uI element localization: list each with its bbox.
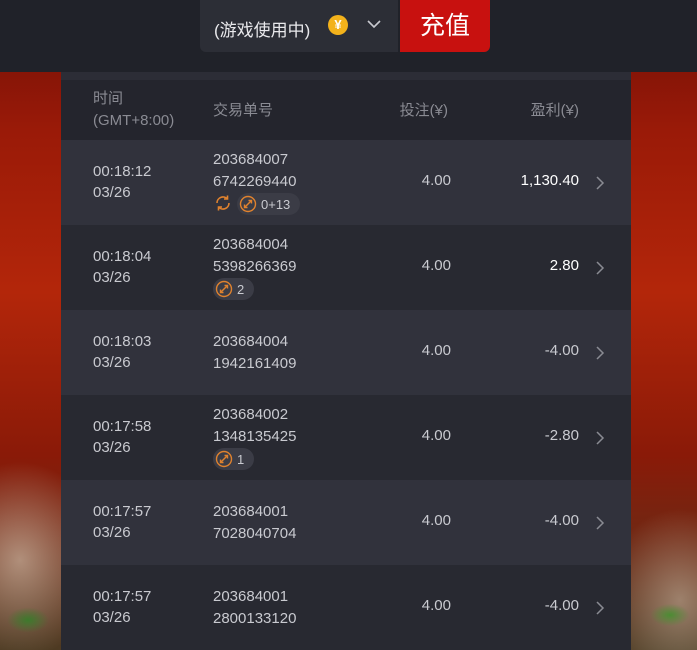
row-time: 00:18:03 — [93, 333, 152, 350]
table-header: 时间 (GMT+8:00) 交易单号 投注(¥) 盈利(¥) — [61, 80, 631, 140]
row-order-id: 203684001 7028040704 — [213, 501, 296, 545]
row-time: 00:18:04 — [93, 248, 152, 265]
row-order-id-line2: 6742269440 — [213, 173, 297, 190]
header-profit: 盈利(¥) — [530, 102, 579, 119]
row-time: 00:17:57 — [93, 588, 152, 605]
row-badges: 0+13 — [213, 193, 373, 215]
table-row[interactable]: 00:18:04 03/26 203684004 5398266369 2 4.… — [61, 225, 631, 310]
game-selector-dropdown[interactable]: (游戏使用中) ¥ — [200, 0, 398, 52]
header-time-label: 时间 — [93, 90, 124, 107]
row-date: 03/26 — [93, 439, 131, 456]
row-order-id: 203684004 1942161409 — [213, 331, 296, 375]
row-order-id-line2: 5398266369 — [213, 258, 297, 275]
row-bet: 4.00 — [421, 257, 451, 274]
row-order-id-line1: 203684004 — [213, 333, 289, 350]
row-order-id-line1: 203684007 — [213, 151, 289, 168]
badge-count: 1 — [237, 451, 245, 467]
row-profit: -4.00 — [544, 597, 579, 614]
header-time: 时间 (GMT+8:00) — [93, 88, 174, 132]
multiplier-badge: 1 — [213, 448, 255, 470]
table-row[interactable]: 00:18:03 03/26 203684004 1942161409 4.00… — [61, 310, 631, 395]
row-datetime: 00:17:58 03/26 — [93, 416, 151, 458]
row-bet: 4.00 — [421, 427, 451, 444]
row-time: 00:17:57 — [93, 503, 152, 520]
expand-arrows-icon — [215, 450, 233, 468]
table-row[interactable]: 00:17:57 03/26 203684001 2800133120 4.00… — [61, 565, 631, 650]
table-row[interactable]: 00:18:12 03/26 203684007 6742269440 0+13… — [61, 140, 631, 225]
row-profit: -4.00 — [544, 512, 579, 529]
row-order-id: 203684004 5398266369 — [213, 234, 296, 278]
bet-history-panel: 时间 (GMT+8:00) 交易单号 投注(¥) 盈利(¥) 00:18:12 … — [61, 72, 631, 650]
background-decoration — [0, 590, 60, 650]
chevron-down-icon — [367, 20, 381, 29]
row-datetime: 00:18:12 03/26 — [93, 161, 151, 203]
chevron-right-icon — [596, 516, 605, 530]
row-date: 03/26 — [93, 184, 131, 201]
refresh-icon — [216, 195, 230, 211]
row-order-id: 203684001 2800133120 — [213, 586, 296, 630]
row-bet: 4.00 — [421, 172, 451, 189]
badge-count: 0+13 — [261, 196, 291, 212]
chevron-right-icon — [596, 431, 605, 445]
row-datetime: 00:17:57 03/26 — [93, 586, 151, 628]
chevron-right-icon — [596, 261, 605, 275]
table-row[interactable]: 00:17:58 03/26 203684002 1348135425 1 4.… — [61, 395, 631, 480]
row-bet: 4.00 — [421, 512, 451, 529]
header-order-id: 交易单号 — [213, 102, 274, 119]
row-time: 00:17:58 — [93, 418, 152, 435]
header-bet: 投注(¥) — [399, 102, 448, 119]
chevron-right-icon — [596, 176, 605, 190]
game-status-label: (游戏使用中) — [214, 21, 311, 40]
row-date: 03/26 — [93, 609, 131, 626]
row-datetime: 00:17:57 03/26 — [93, 501, 151, 543]
multiplier-badge: 0+13 — [237, 193, 301, 215]
row-profit: 1,130.40 — [520, 172, 579, 189]
recharge-button[interactable]: 充值 — [400, 0, 490, 52]
row-bet: 4.00 — [421, 342, 451, 359]
row-profit: 2.80 — [549, 257, 579, 274]
row-date: 03/26 — [93, 524, 131, 541]
row-order-id-line1: 203684001 — [213, 503, 289, 520]
row-order-id-line1: 203684004 — [213, 236, 289, 253]
row-badges: 2 — [213, 278, 333, 300]
row-date: 03/26 — [93, 354, 131, 371]
chevron-right-icon — [596, 346, 605, 360]
chevron-right-icon — [596, 601, 605, 615]
coin-icon: ¥ — [328, 15, 348, 35]
background-decoration — [640, 585, 697, 650]
multiplier-badge: 2 — [213, 278, 255, 300]
header-timezone-label: (GMT+8:00) — [93, 112, 175, 129]
expand-arrows-icon — [215, 280, 233, 298]
panel-top-edge — [61, 72, 631, 80]
row-date: 03/26 — [93, 269, 131, 286]
row-datetime: 00:18:04 03/26 — [93, 246, 151, 288]
badge-count: 2 — [237, 281, 245, 297]
row-order-id-line2: 7028040704 — [213, 525, 297, 542]
row-time: 00:18:12 — [93, 163, 152, 180]
row-order-id-line2: 1942161409 — [213, 355, 297, 372]
row-order-id-line2: 1348135425 — [213, 428, 297, 445]
row-order-id: 203684002 1348135425 — [213, 404, 296, 448]
row-order-id-line1: 203684002 — [213, 406, 289, 423]
row-profit: -2.80 — [544, 427, 579, 444]
row-order-id: 203684007 6742269440 — [213, 149, 296, 193]
table-row[interactable]: 00:17:57 03/26 203684001 7028040704 4.00… — [61, 480, 631, 565]
row-order-id-line1: 203684001 — [213, 588, 289, 605]
top-bar: (游戏使用中) ¥ 充值 — [0, 0, 697, 72]
row-bet: 4.00 — [421, 597, 451, 614]
row-order-id-line2: 2800133120 — [213, 610, 297, 627]
row-profit: -4.00 — [544, 342, 579, 359]
expand-arrows-icon — [239, 195, 257, 213]
row-datetime: 00:18:03 03/26 — [93, 331, 151, 373]
row-badges: 1 — [213, 448, 333, 470]
